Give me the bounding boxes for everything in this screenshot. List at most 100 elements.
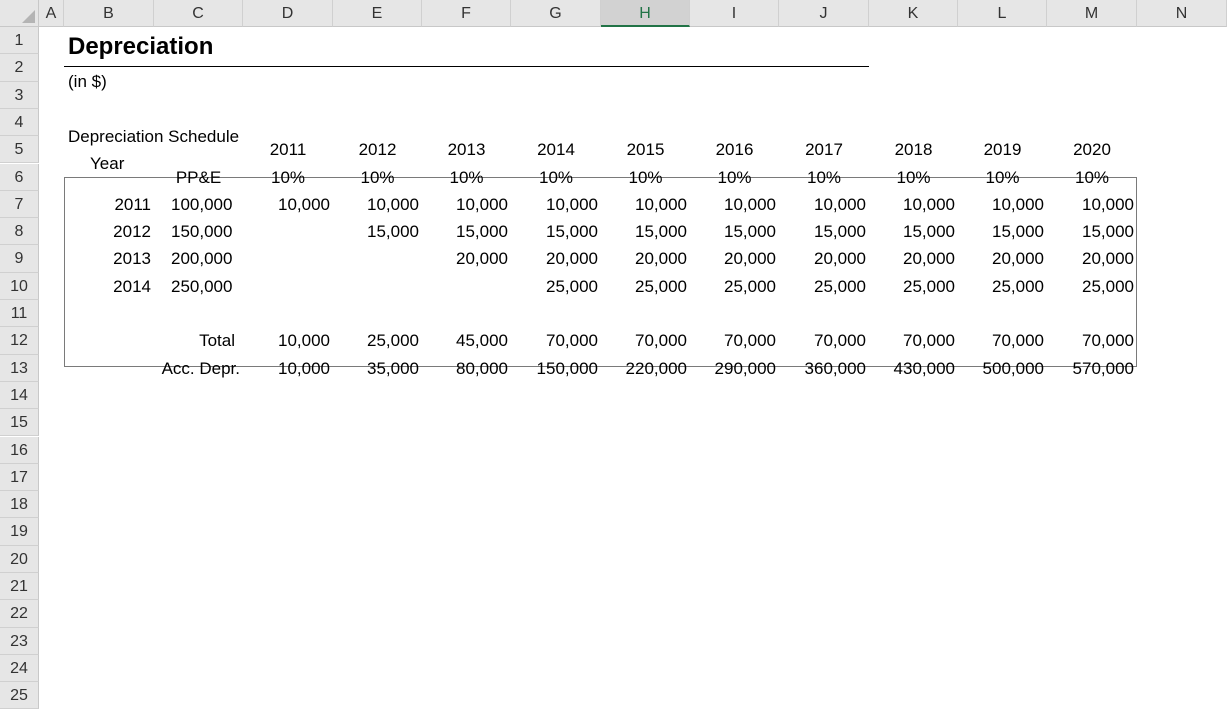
row-header-1[interactable]: 1: [0, 27, 39, 55]
sheet-title[interactable]: Depreciation: [68, 33, 213, 60]
acc-depr-cell[interactable]: 430,000: [869, 355, 955, 382]
row-header-3[interactable]: 3: [0, 81, 39, 109]
depreciation-cell[interactable]: 10,000: [601, 191, 687, 218]
ppe-header[interactable]: PP&E: [154, 164, 243, 191]
row-header-12[interactable]: 12: [0, 327, 39, 355]
row-header-24[interactable]: 24: [0, 654, 39, 683]
depreciation-cell[interactable]: 10,000: [779, 191, 866, 218]
column-header-c[interactable]: C: [154, 0, 243, 27]
rate-cell[interactable]: 10%: [869, 164, 958, 191]
column-header-j[interactable]: J: [779, 0, 869, 27]
total-cell[interactable]: 70,000: [958, 327, 1044, 354]
year-header-2016[interactable]: 2016: [690, 136, 779, 163]
depreciation-cell[interactable]: 25,000: [869, 273, 955, 300]
total-cell[interactable]: 70,000: [869, 327, 955, 354]
year-header-2015[interactable]: 2015: [601, 136, 690, 163]
depreciation-cell[interactable]: 20,000: [869, 245, 955, 272]
row-header-13[interactable]: 13: [0, 354, 39, 382]
select-all-corner[interactable]: [0, 0, 39, 27]
rate-cell[interactable]: 10%: [243, 164, 333, 191]
row-header-18[interactable]: 18: [0, 491, 39, 519]
asset-ppe-cell[interactable]: 100,000: [171, 191, 232, 218]
column-header-h[interactable]: H: [601, 0, 690, 27]
column-header-i[interactable]: I: [690, 0, 779, 27]
row-header-4[interactable]: 4: [0, 108, 39, 137]
rate-cell[interactable]: 10%: [601, 164, 690, 191]
depreciation-cell[interactable]: 20,000: [601, 245, 687, 272]
depreciation-cell[interactable]: 25,000: [1047, 273, 1134, 300]
total-cell[interactable]: 70,000: [511, 327, 598, 354]
depreciation-cell[interactable]: 10,000: [1047, 191, 1134, 218]
column-header-b[interactable]: B: [64, 0, 154, 27]
depreciation-cell[interactable]: 20,000: [511, 245, 598, 272]
depreciation-cell[interactable]: 25,000: [511, 273, 598, 300]
depreciation-cell[interactable]: 10,000: [958, 191, 1044, 218]
asset-year-cell[interactable]: 2012: [64, 218, 151, 245]
row-header-23[interactable]: 23: [0, 627, 39, 655]
depreciation-cell[interactable]: 25,000: [601, 273, 687, 300]
total-cell[interactable]: 70,000: [779, 327, 866, 354]
row-header-11[interactable]: 11: [0, 300, 39, 328]
year-header-2019[interactable]: 2019: [958, 136, 1047, 163]
rate-cell[interactable]: 10%: [1047, 164, 1137, 191]
depreciation-cell[interactable]: 10,000: [511, 191, 598, 218]
depreciation-cell[interactable]: 10,000: [690, 191, 776, 218]
depreciation-cell[interactable]: 15,000: [601, 218, 687, 245]
acc-depr-label[interactable]: Acc. Depr.: [154, 355, 240, 382]
depreciation-cell[interactable]: 15,000: [1047, 218, 1134, 245]
depreciation-cell[interactable]: 20,000: [422, 245, 508, 272]
depreciation-cell[interactable]: 10,000: [869, 191, 955, 218]
depreciation-cell[interactable]: 20,000: [690, 245, 776, 272]
row-header-9[interactable]: 9: [0, 245, 39, 273]
depreciation-cell[interactable]: 15,000: [690, 218, 776, 245]
acc-depr-cell[interactable]: 150,000: [511, 355, 598, 382]
schedule-label[interactable]: Depreciation Schedule: [68, 123, 239, 150]
asset-ppe-cell[interactable]: 250,000: [171, 273, 232, 300]
rate-cell[interactable]: 10%: [958, 164, 1047, 191]
depreciation-cell[interactable]: 20,000: [958, 245, 1044, 272]
depreciation-cell[interactable]: 15,000: [333, 218, 419, 245]
asset-year-cell[interactable]: 2014: [64, 273, 151, 300]
depreciation-cell[interactable]: 25,000: [958, 273, 1044, 300]
year-label[interactable]: Year: [90, 150, 124, 177]
column-header-k[interactable]: K: [869, 0, 958, 27]
column-header-f[interactable]: F: [422, 0, 511, 27]
total-cell[interactable]: 70,000: [1047, 327, 1134, 354]
rate-cell[interactable]: 10%: [333, 164, 422, 191]
acc-depr-cell[interactable]: 10,000: [243, 355, 330, 382]
acc-depr-cell[interactable]: 220,000: [601, 355, 687, 382]
total-label[interactable]: Total: [154, 327, 235, 354]
row-header-20[interactable]: 20: [0, 545, 39, 573]
asset-year-cell[interactable]: 2013: [64, 245, 151, 272]
year-header-2018[interactable]: 2018: [869, 136, 958, 163]
depreciation-cell[interactable]: 25,000: [690, 273, 776, 300]
asset-year-cell[interactable]: 2011: [64, 191, 151, 218]
rate-cell[interactable]: 10%: [511, 164, 601, 191]
row-header-15[interactable]: 15: [0, 409, 39, 437]
column-header-a[interactable]: A: [39, 0, 64, 27]
rate-cell[interactable]: 10%: [690, 164, 779, 191]
year-header-2020[interactable]: 2020: [1047, 136, 1137, 163]
year-header-2012[interactable]: 2012: [333, 136, 422, 163]
year-header-2013[interactable]: 2013: [422, 136, 511, 163]
depreciation-cell[interactable]: 15,000: [869, 218, 955, 245]
depreciation-cell[interactable]: 15,000: [511, 218, 598, 245]
row-header-19[interactable]: 19: [0, 518, 39, 546]
total-cell[interactable]: 10,000: [243, 327, 330, 354]
depreciation-cell[interactable]: 15,000: [958, 218, 1044, 245]
spreadsheet-grid[interactable]: ABCDEFGHIJKLMN 1 2 3 4 5 6 7 8 9 10 11 12 13 14 15 16 17…: [0, 0, 1227, 711]
row-header-8[interactable]: 8: [0, 218, 39, 246]
row-header-22[interactable]: 22: [0, 600, 39, 628]
total-cell[interactable]: 45,000: [422, 327, 508, 354]
acc-depr-cell[interactable]: 290,000: [690, 355, 776, 382]
row-header-7[interactable]: 7: [0, 190, 39, 219]
asset-ppe-cell[interactable]: 150,000: [171, 218, 232, 245]
row-header-2[interactable]: 2: [0, 54, 39, 82]
total-cell[interactable]: 70,000: [690, 327, 776, 354]
column-header-d[interactable]: D: [243, 0, 333, 27]
depreciation-cell[interactable]: 25,000: [779, 273, 866, 300]
acc-depr-cell[interactable]: 35,000: [333, 355, 419, 382]
depreciation-cell[interactable]: 15,000: [779, 218, 866, 245]
acc-depr-cell[interactable]: 500,000: [958, 355, 1044, 382]
depreciation-cell[interactable]: 15,000: [422, 218, 508, 245]
